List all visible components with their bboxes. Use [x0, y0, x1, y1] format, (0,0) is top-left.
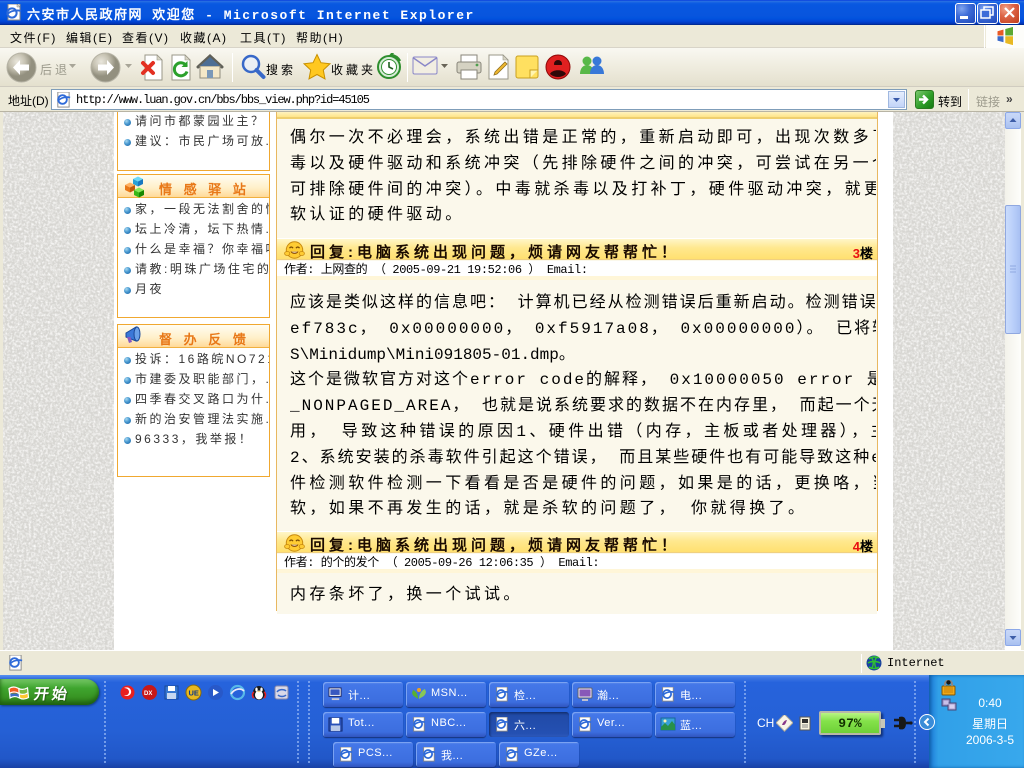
svg-text:DX: DX	[144, 691, 152, 697]
svg-text:UE: UE	[189, 689, 199, 698]
